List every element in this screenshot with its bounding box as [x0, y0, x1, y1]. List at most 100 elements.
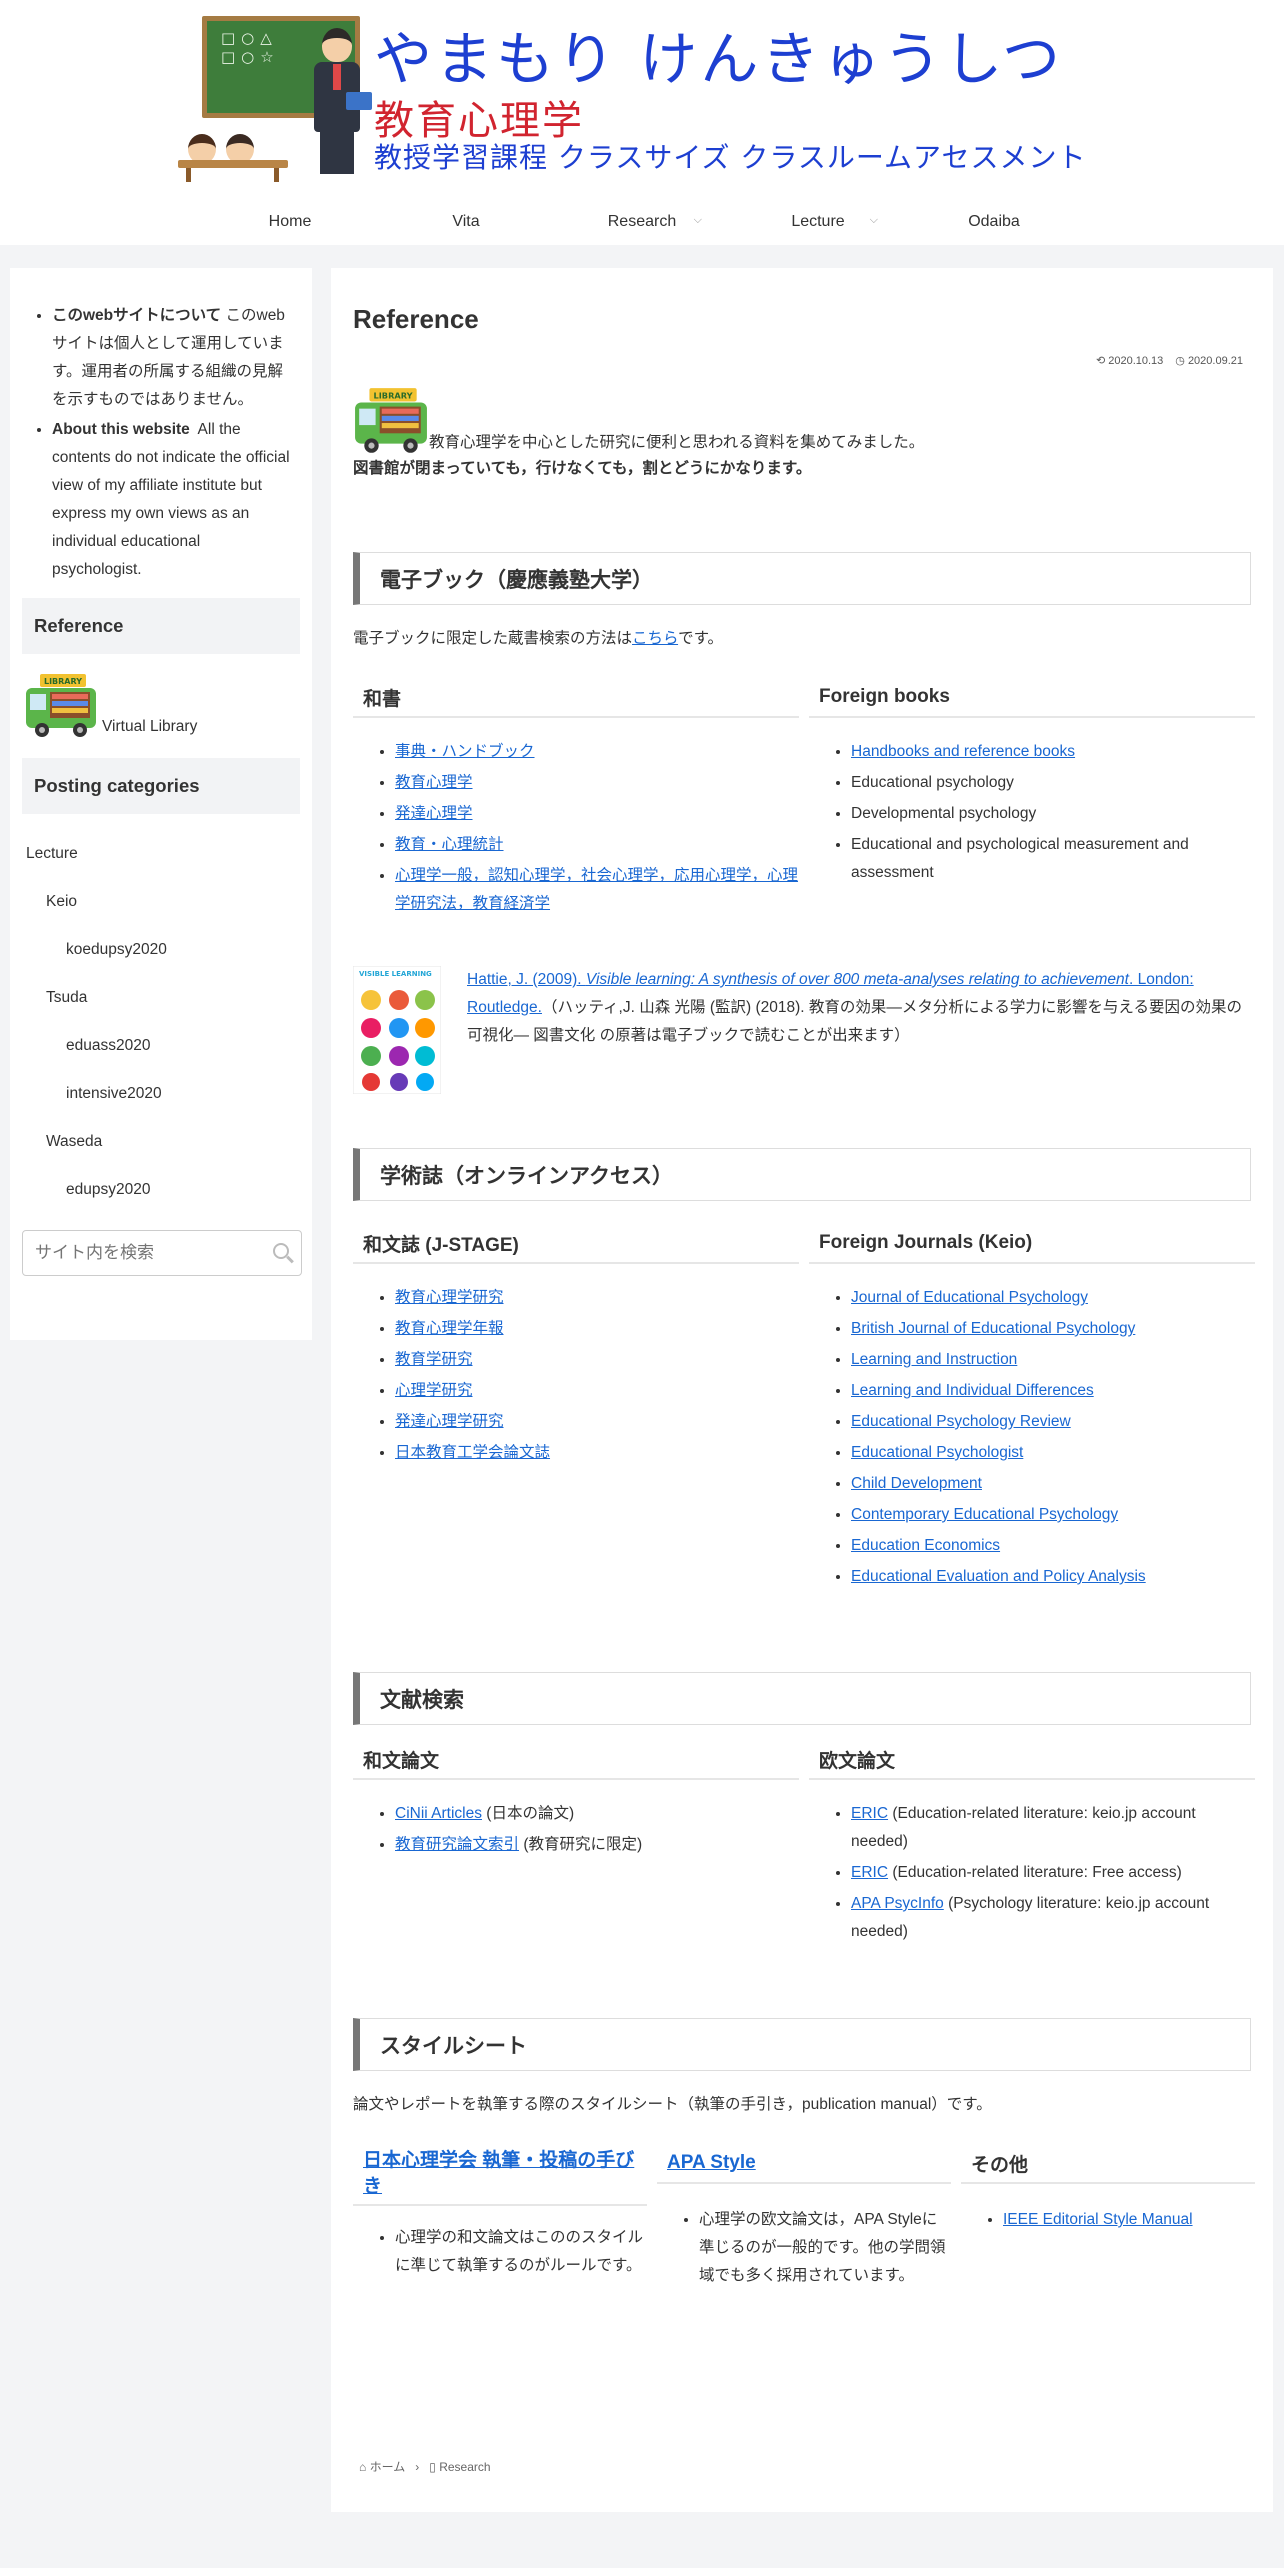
- ebook-search-link[interactable]: こちら: [632, 630, 678, 647]
- site-header: □○△ □○☆ やまもり けんきゅうしつ 教育心理学 教授学習課程 クラスサイズ…: [0, 0, 1284, 245]
- journal-en-link[interactable]: Journal of Educational Psychology: [851, 1289, 1088, 1306]
- library-bus-icon: LIBRARY: [355, 388, 427, 453]
- updated-date: ⟲ 2020.10.13: [1095, 355, 1164, 367]
- section-heading-ebook: 電子ブック（慶應義塾大学）: [353, 552, 1251, 605]
- journal-en-link[interactable]: Child Development: [851, 1475, 982, 1492]
- teacher-illustration: [308, 28, 372, 178]
- ebook-jp-list: 事典・ハンドブック 教育心理学 発達心理学 教育・心理統計 心理学一般，認知心理…: [353, 738, 799, 921]
- journal-en-link[interactable]: Education Economics: [851, 1537, 1000, 1554]
- nav-home[interactable]: Home: [202, 198, 378, 245]
- list-item: 教育学研究: [395, 1346, 799, 1374]
- category-item[interactable]: koedupsy2020: [22, 926, 300, 974]
- ebook-jp-link[interactable]: 発達心理学: [395, 805, 473, 822]
- about-jp: このwebサイトについて このwebサイトは個人として運用しています。運用者の所…: [52, 302, 294, 414]
- journal-jp-link[interactable]: 教育学研究: [395, 1351, 473, 1368]
- literature-jp-note: (日本の論文): [481, 1805, 575, 1822]
- list-item: Educational Psychology Review: [851, 1408, 1255, 1436]
- journal-en-link[interactable]: Educational Psychologist: [851, 1444, 1023, 1461]
- virtual-library-label: Virtual Library: [102, 718, 198, 735]
- journal-jp-link[interactable]: 教育心理学年報: [395, 1320, 504, 1337]
- category-item[interactable]: edupsy2020: [22, 1166, 300, 1214]
- nav-odaiba[interactable]: Odaiba: [906, 198, 1082, 245]
- list-item: 心理学研究: [395, 1377, 799, 1405]
- list-item: Journal of Educational Psychology: [851, 1284, 1255, 1312]
- journal-en-link[interactable]: Contemporary Educational Psychology: [851, 1506, 1118, 1523]
- journal-jp-link[interactable]: 日本教育工学会論文誌: [395, 1444, 550, 1461]
- list-item: British Journal of Educational Psycholog…: [851, 1315, 1255, 1343]
- apa-style-link[interactable]: APA Style: [667, 2152, 756, 2174]
- hattie-link-author: Hattie, J. (2009).: [467, 971, 586, 988]
- search-input[interactable]: [35, 1243, 265, 1263]
- site-title: やまもり けんきゅうしつ: [374, 25, 1063, 93]
- list-item: Learning and Individual Differences: [851, 1377, 1255, 1405]
- breadcrumb-home-label: ホーム: [369, 2460, 406, 2474]
- list-item: CiNii Articles (日本の論文): [395, 1800, 799, 1828]
- literature-jp-link[interactable]: 教育研究論文索引: [395, 1836, 519, 1853]
- category-item[interactable]: Keio: [22, 878, 300, 926]
- literature-jp-link[interactable]: CiNii Articles: [395, 1805, 482, 1822]
- category-item[interactable]: Waseda: [22, 1118, 300, 1166]
- journal-en-link[interactable]: Learning and Individual Differences: [851, 1382, 1094, 1399]
- svg-text:LIBRARY: LIBRARY: [374, 390, 414, 400]
- students-illustration: [178, 134, 288, 182]
- search-icon[interactable]: [273, 1243, 289, 1259]
- category-list: Lecture Keio koedupsy2020 Tsuda eduass20…: [22, 830, 300, 1214]
- list-item: ERIC (Education-related literature: keio…: [851, 1800, 1255, 1856]
- list-item: 教育心理学: [395, 769, 799, 797]
- site-logo-banner[interactable]: □○△ □○☆ やまもり けんきゅうしつ 教育心理学 教授学習課程 クラスサイズ…: [178, 12, 1108, 182]
- list-item: Education Economics: [851, 1532, 1255, 1560]
- nav-research[interactable]: Research ⌵: [554, 198, 730, 245]
- ebook-jp-link[interactable]: 教育・心理統計: [395, 836, 504, 853]
- updated-date-value: 2020.10.13: [1108, 355, 1164, 367]
- intro-line-1: 教育心理学を中心とした研究に便利と思われる資料を集めてみました。: [429, 434, 925, 451]
- list-item: Educational and psychological measuremen…: [851, 831, 1255, 887]
- sidebar-search: [22, 1230, 302, 1276]
- ebook-jp-link[interactable]: 教育心理学: [395, 774, 473, 791]
- journal-en-link[interactable]: Learning and Instruction: [851, 1351, 1017, 1368]
- styles-col2-heading: APA Style: [657, 2144, 951, 2184]
- breadcrumb-home[interactable]: ⌂ ホーム: [359, 2458, 405, 2475]
- jpa-manual-link[interactable]: 日本心理学会 執筆・投稿の手びき: [363, 2148, 647, 2200]
- literature-en-link[interactable]: ERIC: [851, 1805, 888, 1822]
- journals-en-list: Journal of Educational Psychology Britis…: [809, 1284, 1255, 1594]
- list-item: Developmental psychology: [851, 800, 1255, 828]
- category-item[interactable]: eduass2020: [22, 1022, 300, 1070]
- ebook-jp-link[interactable]: 事典・ハンドブック: [395, 743, 535, 760]
- ebook-jp-link[interactable]: 心理学一般，認知心理学，社会心理学，応用心理学，心理学研究法，教育経済学: [395, 867, 798, 912]
- journal-jp-link[interactable]: 教育心理学研究: [395, 1289, 504, 1306]
- ebook-note-suffix: です。: [678, 630, 724, 647]
- list-item: ERIC (Education-related literature: Free…: [851, 1859, 1255, 1887]
- journals-en-heading: Foreign Journals (Keio): [809, 1224, 1255, 1264]
- chalkboard-marks: □○△ □○☆: [221, 29, 280, 66]
- literature-en-note: (Education-related literature: Free acce…: [888, 1864, 1182, 1881]
- about-en-text: All the contents do not indicate the off…: [52, 421, 294, 578]
- ebook-en-link[interactable]: Handbooks and reference books: [851, 743, 1075, 760]
- category-item[interactable]: Lecture: [22, 830, 300, 878]
- virtual-library-link[interactable]: LIBRARY Virtual Library: [22, 670, 300, 740]
- list-item: Educational Evaluation and Policy Analys…: [851, 1563, 1255, 1591]
- literature-en-link[interactable]: APA PsycInfo: [851, 1895, 944, 1912]
- breadcrumb-current[interactable]: ▯ Research: [429, 2460, 490, 2474]
- styles-col1-heading: 日本心理学会 執筆・投稿の手びき: [353, 2144, 647, 2206]
- journal-jp-link[interactable]: 発達心理学研究: [395, 1413, 504, 1430]
- breadcrumb-current-label: Research: [439, 2459, 491, 2474]
- journal-en-link[interactable]: British Journal of Educational Psycholog…: [851, 1320, 1135, 1337]
- list-item: 事典・ハンドブック: [395, 738, 799, 766]
- list-item: Educational psychology: [851, 769, 1255, 797]
- page-icon: ▯: [429, 2459, 436, 2474]
- literature-en-link[interactable]: ERIC: [851, 1864, 888, 1881]
- chevron-down-icon: ⌵: [869, 214, 878, 226]
- svg-text:VISIBLE LEARNING: VISIBLE LEARNING: [359, 970, 432, 978]
- journal-en-link[interactable]: Educational Evaluation and Policy Analys…: [851, 1568, 1146, 1585]
- nav-lecture[interactable]: Lecture ⌵: [730, 198, 906, 245]
- journal-en-link[interactable]: Educational Psychology Review: [851, 1413, 1071, 1430]
- styles-col2-list: 心理学の欧文論文は，APA Styleに準じるのが一般的です。他の学問領域でも多…: [657, 2206, 951, 2293]
- journal-jp-link[interactable]: 心理学研究: [395, 1382, 473, 1399]
- styles-col3-heading: その他: [961, 2144, 1255, 2184]
- nav-vita[interactable]: Vita: [378, 198, 554, 245]
- category-item[interactable]: Tsuda: [22, 974, 300, 1022]
- category-item[interactable]: intensive2020: [22, 1070, 300, 1118]
- visible-learning-book-cover[interactable]: VISIBLE LEARNING: [353, 966, 441, 1094]
- list-item: APA PsycInfo (Psychology literature: kei…: [851, 1890, 1255, 1946]
- ieee-manual-link[interactable]: IEEE Editorial Style Manual: [1003, 2211, 1193, 2228]
